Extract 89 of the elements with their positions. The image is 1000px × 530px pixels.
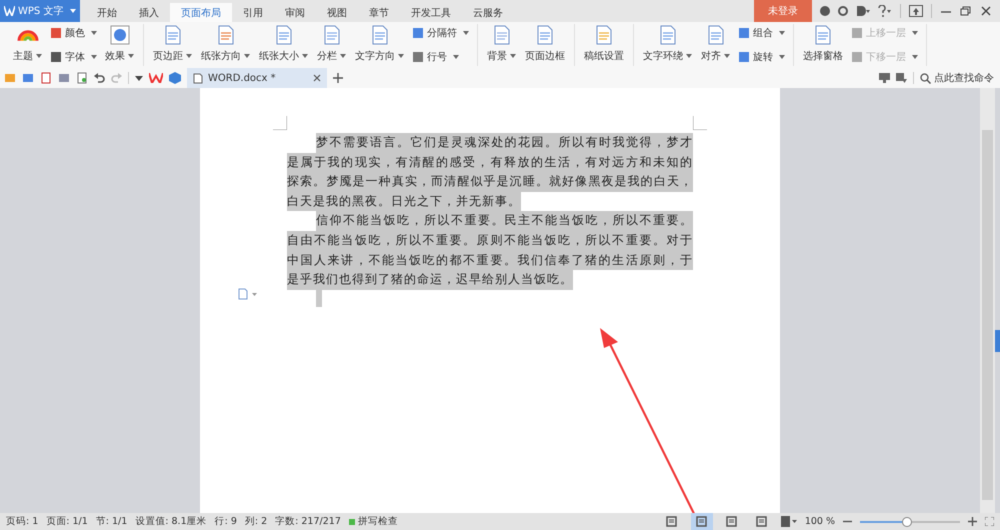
paragraph: 信仰不能当饭吃，所以不重要。民主不能当饭吃，所以不重要。 自由不能当饭吃，所以不重要。原则不能当饭吃，所以不重要。对于 中国人来讲，不能当饭吃的都不重要。我们信奉了猪的生活原则，于 是乎我们也得到了猪的命运，迟早给别人当饭吃。	[287, 211, 693, 290]
cube-icon[interactable]	[169, 72, 181, 84]
full-screen-icon	[666, 516, 678, 527]
ribbon-button[interactable]: 效果	[101, 24, 138, 64]
print-icon[interactable]	[58, 72, 70, 84]
ribbon-button[interactable]: 组合	[735, 24, 788, 42]
rainbow-icon	[16, 30, 38, 41]
logo-icon[interactable]	[149, 73, 163, 83]
restore-icon[interactable]	[960, 6, 972, 16]
ribbon-button[interactable]: 选择窗格	[799, 24, 847, 64]
slider-thumb[interactable]	[902, 516, 912, 526]
ribbon-button[interactable]: 纸张方向	[197, 24, 254, 64]
ribbon-button[interactable]: 分隔符	[409, 24, 472, 42]
status-text: 字数: 217/217	[275, 515, 341, 528]
save-icon[interactable]	[22, 72, 34, 84]
page-icon	[595, 25, 613, 45]
page-view-icon	[696, 516, 708, 527]
page-icon	[658, 25, 676, 45]
ribbon-button[interactable]: 背景	[483, 24, 520, 64]
page-icon	[814, 25, 832, 45]
status-text: 页面: 1/1	[46, 515, 88, 528]
corner-mark	[273, 116, 287, 130]
add-tab-icon[interactable]	[333, 73, 343, 83]
status-text: 设置值: 8.1厘米	[135, 515, 207, 528]
close-icon[interactable]	[980, 6, 992, 16]
ribbon-button[interactable]: 稿纸设置	[580, 24, 628, 64]
page-icon	[706, 25, 724, 45]
ribbon-button[interactable]: 文字环绕	[639, 24, 696, 64]
app-menu-button[interactable]: WPS 文字	[0, 0, 80, 22]
document-icon	[193, 72, 203, 84]
ribbon-button[interactable]: 文字方向	[351, 24, 408, 64]
page-icon	[536, 25, 554, 45]
page-icon	[322, 25, 340, 45]
ribbon-tab[interactable]: 视图	[316, 3, 358, 22]
ribbon-tab[interactable]: 审阅	[274, 3, 316, 22]
document-tab[interactable]: WORD.docx *	[187, 68, 327, 88]
ribbon-tab[interactable]: 开始	[86, 3, 128, 22]
logo-icon	[4, 6, 15, 16]
zoom-in-icon[interactable]	[968, 517, 977, 526]
close-icon[interactable]	[313, 74, 321, 82]
scrollbar[interactable]	[980, 88, 995, 513]
help-icon[interactable]	[878, 5, 892, 17]
spell-check-toggle[interactable]: 拼写检查	[348, 515, 398, 528]
ribbon-tab[interactable]: 章节	[358, 3, 400, 22]
preview-icon[interactable]	[76, 72, 88, 84]
paste-options-icon[interactable]	[238, 288, 258, 300]
ribbon-button[interactable]: 页面边框	[521, 24, 569, 64]
status-text: 页码: 1	[6, 515, 38, 528]
page-icon	[492, 25, 510, 45]
pdf-icon[interactable]	[40, 72, 52, 84]
side-panel-handle[interactable]	[995, 330, 1000, 352]
ribbon-button[interactable]: 颜色	[47, 24, 100, 42]
ribbon-button[interactable]: 纸张大小	[255, 24, 312, 64]
ribbon-button[interactable]: 主题	[9, 24, 46, 64]
monitor-icon[interactable]	[879, 73, 890, 83]
page-view-button[interactable]	[690, 513, 713, 530]
caret-icon[interactable]	[135, 76, 143, 80]
fit-icon[interactable]	[985, 517, 994, 526]
ribbon-button[interactable]: 行号	[409, 48, 472, 66]
paragraph-mark	[316, 290, 322, 307]
caret-icon	[70, 9, 76, 13]
page-icon	[370, 25, 388, 45]
ribbon-tab[interactable]: 云服务	[462, 3, 514, 22]
search-icon	[920, 72, 931, 84]
zoom-reading: 100 %	[804, 516, 835, 527]
paragraph: 梦不需要语言。它们是灵魂深处的花园。所以有时我觉得，梦才 是属于我的现实，有清醒的感受，有释放的生活，有对远方和未知的 探索。梦魇是一种真实，而清醒似乎是沉睡。就好像黑夜是我的白天， 白天是我的黑夜。日光之下，并无新事。	[287, 133, 693, 212]
status-text: 行: 9	[214, 515, 237, 528]
page-icon	[216, 25, 234, 45]
page-icon	[274, 25, 292, 45]
status-text: 列: 2	[244, 515, 268, 528]
ribbon-tab[interactable]: 开发工具	[400, 3, 462, 22]
ribbon-tab[interactable]: 引用	[232, 3, 274, 22]
flag-icon[interactable]	[896, 73, 907, 83]
ribbon-button[interactable]: 旋转	[735, 48, 788, 66]
reading-icon[interactable]	[780, 516, 797, 527]
undo-icon[interactable]	[94, 73, 105, 83]
upload-icon[interactable]	[909, 5, 923, 17]
command-search-field[interactable]: 点此查找命令	[920, 71, 994, 85]
page-icon	[164, 25, 182, 45]
ribbon-button[interactable]: 分栏	[313, 24, 350, 64]
web-layout-icon	[756, 516, 768, 527]
ribbon-tab[interactable]: 插入	[128, 3, 170, 22]
ribbon-tab[interactable]: 页面布局	[170, 3, 232, 22]
status-text: 节: 1/1	[96, 515, 128, 528]
corner-mark	[693, 116, 707, 130]
ribbon-button[interactable]: 页边距	[149, 24, 196, 64]
outline-icon	[726, 516, 738, 527]
ribbon-button[interactable]: 对齐	[697, 24, 734, 64]
ribbon-button[interactable]: 字体	[47, 48, 100, 66]
